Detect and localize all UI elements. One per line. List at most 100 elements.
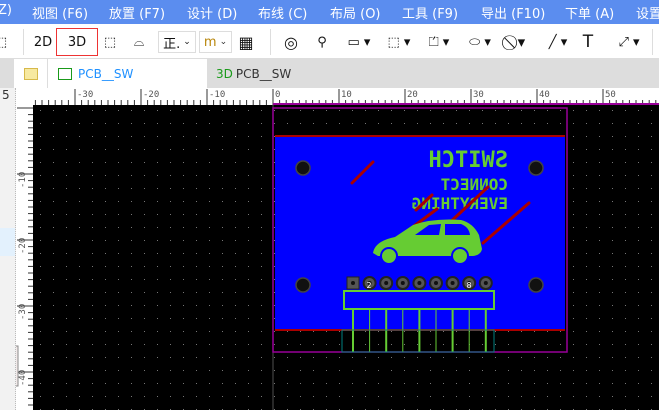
menu-item-order[interactable]: 下单 (A) <box>565 3 614 22</box>
grid-dot <box>183 370 184 371</box>
grid-dot <box>586 227 587 228</box>
grid-dot <box>183 149 184 150</box>
grid-dot <box>378 123 379 124</box>
unit-select[interactable]: m ⌄ <box>199 31 232 53</box>
grid-dot <box>235 201 236 202</box>
line-tool-icon[interactable]: ╱ ▾ <box>542 31 574 53</box>
menu-item-export[interactable]: 导出 (F10) <box>481 3 545 22</box>
grid-dot <box>66 357 67 358</box>
grid-dot <box>209 253 210 254</box>
polygon-tool-icon[interactable]: ⏍ ▾ <box>424 31 454 53</box>
grid-dot <box>625 110 626 111</box>
grid-dot <box>469 357 470 358</box>
view-select[interactable]: 正. ⌄ <box>158 31 196 53</box>
grid-dot <box>534 370 535 371</box>
grid-dot <box>92 123 93 124</box>
menu-item-view[interactable]: 视图 (F6) <box>32 3 88 22</box>
menu-item-settings[interactable]: 设置 <box>636 3 659 22</box>
view-3d-button[interactable]: 3D <box>56 28 98 56</box>
grid-dot <box>118 123 119 124</box>
grid-dot <box>625 305 626 306</box>
region-tool-icon[interactable]: ⬚ ▾ <box>384 31 414 53</box>
grid-dot <box>144 383 145 384</box>
grid-dot <box>274 279 275 280</box>
grid-dot <box>196 331 197 332</box>
grid-dot <box>157 162 158 163</box>
grid-dot <box>391 383 392 384</box>
menu-bar: Z) 视图 (F6) 放置 (F7) 设计 (D) 布线 (C) 布局 (O) … <box>0 0 659 24</box>
grid-dot <box>274 292 275 293</box>
grid-dot <box>66 266 67 267</box>
menu-item-layout[interactable]: 布局 (O) <box>330 3 381 22</box>
menu-item-design[interactable]: 设计 (D) <box>187 3 237 22</box>
pad-hole <box>351 281 355 285</box>
grid-dot <box>443 396 444 397</box>
menu-item-place[interactable]: 放置 (F7) <box>109 3 165 22</box>
grid-dot <box>625 396 626 397</box>
flip-board-icon[interactable]: ⌓ <box>130 31 148 53</box>
grid-dot <box>209 110 210 111</box>
tab-pcb[interactable]: PCB__SW <box>48 59 208 88</box>
no-connect-icon[interactable]: ⃠ ▾ <box>503 31 535 53</box>
grid-dot <box>508 344 509 345</box>
text-tool-icon[interactable]: T <box>580 31 596 53</box>
grid-dot <box>53 396 54 397</box>
grid-dot <box>378 357 379 358</box>
grid-dot <box>274 266 275 267</box>
grid-dot <box>404 357 405 358</box>
grid-dot <box>651 201 652 202</box>
grid-dot <box>456 123 457 124</box>
grid-dot <box>261 318 262 319</box>
menu-item-route[interactable]: 布线 (C) <box>258 3 307 22</box>
rect-tool-icon[interactable]: ▭ ▾ <box>344 31 374 53</box>
grid-dot <box>92 214 93 215</box>
grid-dot <box>625 253 626 254</box>
left-ruler[interactable]: -10 -20 -30 -40 <box>16 88 33 410</box>
grid-dot <box>53 214 54 215</box>
grid-dot <box>573 214 574 215</box>
tab-3d-pcb[interactable]: 3D PCB__SW <box>208 59 313 88</box>
pin-icon[interactable]: ⚲ <box>314 31 330 53</box>
folder-icon[interactable] <box>14 59 48 88</box>
grid-dot <box>599 201 600 202</box>
grid-dot <box>144 331 145 332</box>
menu-item-tools[interactable]: 工具 (F9) <box>402 3 458 22</box>
grid-dot <box>144 266 145 267</box>
grid-dot <box>183 136 184 137</box>
dimension-tool-icon[interactable]: ⤢ ▾ <box>612 31 646 53</box>
grid-dot <box>53 175 54 176</box>
grid-dot <box>157 253 158 254</box>
grid-dot <box>326 396 327 397</box>
top-ruler[interactable]: -30 -20 -10 0 10 20 30 40 50 <box>33 88 659 105</box>
grid-dot <box>443 110 444 111</box>
grid-dot <box>183 201 184 202</box>
grid-dot <box>365 370 366 371</box>
grid-dot <box>92 318 93 319</box>
grid-icon[interactable]: ▦ <box>237 31 255 53</box>
grid-dot <box>196 149 197 150</box>
menu-item-edit[interactable]: Z) <box>0 3 12 18</box>
zoom-area-icon[interactable]: ⬚ <box>0 31 8 53</box>
grid-dot <box>651 266 652 267</box>
grid-dot <box>131 279 132 280</box>
via-icon[interactable]: ◎ <box>282 31 300 53</box>
ruler-scroll-handle[interactable] <box>16 345 19 387</box>
grid-dot <box>66 305 67 306</box>
grid-dot <box>300 357 301 358</box>
grid-dot <box>157 357 158 358</box>
ellipse-tool-icon[interactable]: ⬭ ▾ <box>464 31 496 53</box>
grid-dot <box>118 136 119 137</box>
grid-dot <box>417 344 418 345</box>
grid-dot <box>612 201 613 202</box>
grid-dot <box>144 110 145 111</box>
grid-dot <box>300 370 301 371</box>
zoom-select-icon[interactable]: ⬚ <box>100 31 120 53</box>
grid-dot <box>92 357 93 358</box>
view-2d-button[interactable]: 2D <box>32 31 54 53</box>
grid-dot <box>560 383 561 384</box>
grid-dot <box>79 227 80 228</box>
grid-dot <box>105 279 106 280</box>
grid-dot <box>274 175 275 176</box>
grid-dot <box>196 240 197 241</box>
pcb-canvas[interactable]: SWITCH CONNECT EVERYTHING 2 8 <box>33 105 659 410</box>
